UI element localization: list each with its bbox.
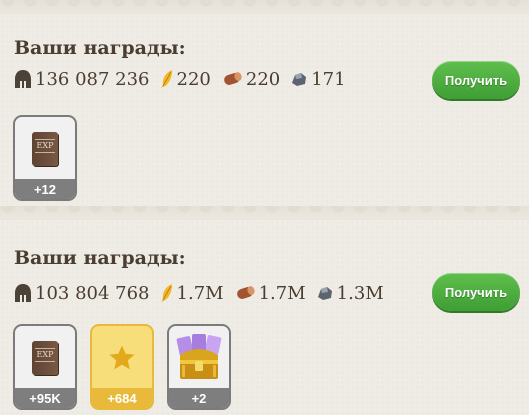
section-title: Ваши награды: <box>14 37 186 59</box>
claim-button[interactable]: Получить <box>432 273 520 311</box>
stone-icon <box>317 287 332 300</box>
resource-value: 220 <box>176 68 211 90</box>
reward-quantity: +95K <box>15 388 75 408</box>
resource-feather: 220 <box>160 69 211 90</box>
reward-panel-2: Ваши награды: 103 804 768 1.7M 1.7M 1.3M… <box>0 220 529 415</box>
reward-card-exp[interactable]: EXP +95K <box>13 324 77 410</box>
helmet-icon <box>15 70 31 88</box>
feather-icon <box>160 70 172 88</box>
resource-value: 103 804 768 <box>35 282 150 304</box>
exp-book-icon: EXP <box>32 341 58 375</box>
reward-quantity: +2 <box>169 388 229 408</box>
section-title: Ваши награды: <box>14 247 186 269</box>
claim-button[interactable]: Получить <box>432 61 520 99</box>
reward-art <box>92 326 152 390</box>
reward-panel-1: Ваши награды: 136 087 236 220 220 171 По… <box>0 14 529 206</box>
resource-row: 103 804 768 1.7M 1.7M 1.3M <box>14 281 394 305</box>
resource-value: 1.7M <box>258 282 306 304</box>
resource-helmet: 103 804 768 <box>14 283 150 304</box>
reward-card-chest[interactable]: +2 <box>167 324 231 410</box>
book-label: EXP <box>36 141 54 150</box>
resource-feather: 1.7M <box>160 283 224 304</box>
resource-value: 220 <box>245 68 281 90</box>
reward-art <box>169 326 229 390</box>
stone-icon <box>292 73 307 86</box>
resource-value: 136 087 236 <box>35 68 150 90</box>
helmet-icon <box>15 284 31 302</box>
reward-art: EXP <box>15 326 75 390</box>
reward-quantity: +12 <box>15 179 75 199</box>
reward-card-exp[interactable]: EXP +12 <box>13 115 77 201</box>
treasure-chest-icon <box>176 334 222 379</box>
book-label: EXP <box>36 350 54 359</box>
feather-icon <box>160 284 172 302</box>
torn-edge-top <box>0 0 529 14</box>
resource-stone: 1.3M <box>316 283 384 304</box>
wood-log-icon <box>224 72 242 85</box>
resource-wood: 220 <box>221 69 280 90</box>
resource-row: 136 087 236 220 220 171 <box>14 67 356 91</box>
reward-art: EXP <box>15 117 75 181</box>
reward-quantity: +684 <box>92 388 152 408</box>
star-icon <box>109 345 135 370</box>
resource-value: 1.3M <box>336 282 384 304</box>
resource-helmet: 136 087 236 <box>14 69 150 90</box>
resource-value: 171 <box>311 68 346 90</box>
resource-wood: 1.7M <box>234 283 306 304</box>
resource-value: 1.7M <box>176 282 224 304</box>
exp-book-icon: EXP <box>32 132 58 166</box>
reward-card-star[interactable]: +684 <box>90 324 154 410</box>
resource-stone: 171 <box>290 68 346 90</box>
torn-edge-middle <box>0 206 529 220</box>
wood-log-icon <box>236 286 255 299</box>
